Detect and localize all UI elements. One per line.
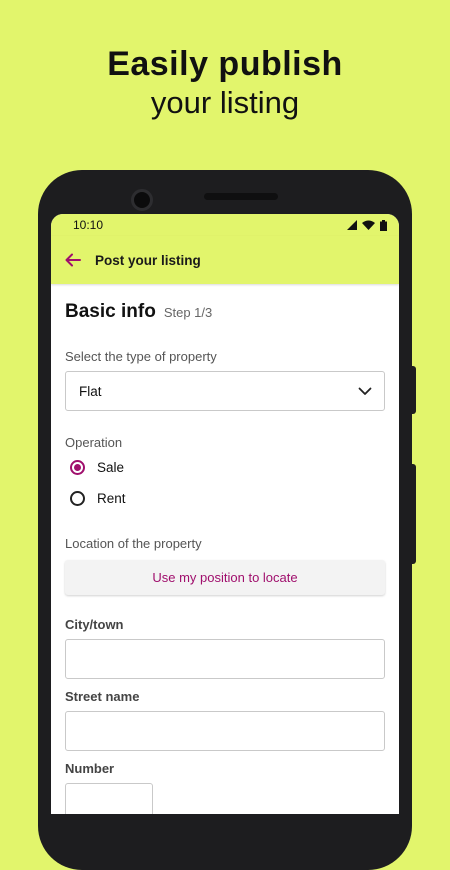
radio-sale[interactable] xyxy=(70,459,85,475)
phone-screen: 10:10 Post your listing Basic info Step … xyxy=(51,214,399,814)
property-type-label: Select the type of property xyxy=(65,349,217,364)
volume-button xyxy=(410,366,416,414)
promo-headline: Easily publish your listing xyxy=(0,44,450,121)
headline-line-2: your listing xyxy=(150,84,300,120)
status-time: 10:10 xyxy=(73,218,104,232)
signal-icon xyxy=(347,220,357,230)
number-input[interactable] xyxy=(65,783,153,814)
section-header: Basic info Step 1/3 xyxy=(65,301,385,323)
app-bar: Post your listing xyxy=(51,236,399,284)
property-type-select[interactable]: Flat xyxy=(65,371,385,411)
arrow-left-icon xyxy=(65,253,81,267)
form-content: Basic info Step 1/3 Select the type of p… xyxy=(51,301,399,814)
city-input[interactable] xyxy=(65,639,385,679)
property-type-value: Flat xyxy=(79,383,102,399)
status-bar: 10:10 xyxy=(51,214,399,236)
section-title: Basic info xyxy=(65,301,156,322)
status-icons xyxy=(347,219,387,231)
battery-icon xyxy=(380,219,387,231)
radio-option-rent[interactable]: Rent xyxy=(70,484,385,512)
locate-position-button[interactable]: Use my position to locate xyxy=(65,560,385,595)
radio-option-sale[interactable]: Sale xyxy=(70,453,385,481)
headline-line-1: Easily publish xyxy=(107,45,343,83)
camera-icon xyxy=(131,189,153,211)
city-label: City/town xyxy=(65,617,124,632)
chevron-down-icon xyxy=(358,387,372,395)
back-button[interactable] xyxy=(65,253,81,267)
operation-label: Operation xyxy=(65,435,123,450)
speaker-grille xyxy=(204,193,278,200)
power-button xyxy=(410,464,416,564)
wifi-icon xyxy=(362,220,375,230)
radio-rent-label: Rent xyxy=(97,490,126,506)
page-title: Post your listing xyxy=(95,252,201,268)
radio-rent[interactable] xyxy=(70,490,85,506)
number-label: Number xyxy=(65,761,115,776)
location-label: Location of the property xyxy=(65,536,202,551)
street-input[interactable] xyxy=(65,711,385,751)
radio-sale-label: Sale xyxy=(97,459,125,475)
street-label: Street name xyxy=(65,689,140,704)
step-indicator: Step 1/3 xyxy=(163,305,213,320)
